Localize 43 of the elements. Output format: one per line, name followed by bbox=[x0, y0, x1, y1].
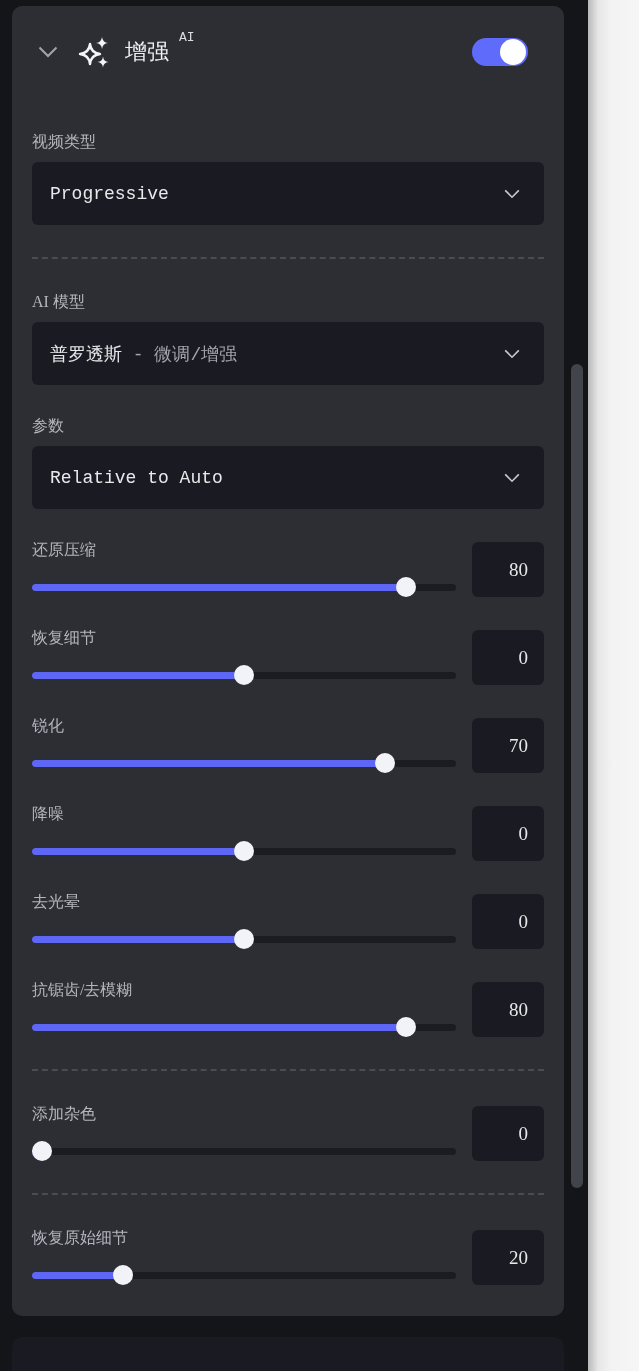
slider-thumb[interactable] bbox=[112, 1265, 133, 1285]
slider-label: 抗锯齿/去模糊 bbox=[32, 980, 134, 1000]
slider-label: 去光晕 bbox=[32, 892, 81, 912]
chevron-down-icon[interactable] bbox=[38, 46, 58, 58]
dropdown-select[interactable]: Progressive bbox=[32, 162, 544, 225]
slider-thumb[interactable] bbox=[234, 929, 254, 949]
field-label: AI 模型 bbox=[32, 292, 86, 312]
dropdown-select[interactable]: Relative to Auto bbox=[32, 446, 544, 509]
slider-track[interactable] bbox=[32, 847, 456, 855]
slider-thumb[interactable] bbox=[395, 1017, 416, 1037]
chevron-down-icon bbox=[504, 472, 520, 483]
slider-thumb[interactable] bbox=[375, 753, 396, 773]
value-field[interactable]: 20 bbox=[472, 1230, 544, 1285]
scrollbar-thumb[interactable] bbox=[571, 364, 583, 1188]
value-field[interactable]: 80 bbox=[472, 982, 544, 1037]
ai-superscript: AI bbox=[179, 30, 195, 46]
field-label: 视频类型 bbox=[32, 132, 97, 152]
slider-label: 恢复原始细节 bbox=[32, 1228, 129, 1248]
slider-label: 锐化 bbox=[32, 716, 65, 736]
dropdown-select[interactable]: 普罗透斯 - 微调/增强 bbox=[32, 322, 544, 385]
slider-thumb[interactable] bbox=[32, 1141, 52, 1161]
chevron-down-icon bbox=[504, 188, 520, 199]
slider-thumb[interactable] bbox=[234, 665, 254, 685]
chevron-down-icon bbox=[504, 348, 520, 359]
slider-thumb[interactable] bbox=[395, 577, 416, 597]
slider-track[interactable] bbox=[32, 671, 456, 679]
value-field[interactable]: 0 bbox=[472, 1106, 544, 1161]
slider-label: 恢复细节 bbox=[32, 628, 97, 648]
slider-thumb[interactable] bbox=[234, 841, 254, 861]
panel-title: 增强 bbox=[125, 38, 169, 66]
slider-track[interactable] bbox=[32, 935, 456, 943]
value-field[interactable]: 70 bbox=[472, 718, 544, 773]
field-label: 参数 bbox=[32, 416, 65, 436]
value-field[interactable]: 0 bbox=[472, 806, 544, 861]
toggle-switch[interactable] bbox=[472, 38, 528, 66]
slider-label: 降噪 bbox=[32, 804, 65, 824]
slider-track[interactable] bbox=[32, 759, 456, 767]
slider-track[interactable] bbox=[32, 1271, 456, 1279]
value-field[interactable]: 80 bbox=[472, 542, 544, 597]
value-field[interactable]: 0 bbox=[472, 894, 544, 949]
value-field[interactable]: 0 bbox=[472, 630, 544, 685]
slider-label: 添加杂色 bbox=[32, 1104, 97, 1124]
slider-label: 还原压缩 bbox=[32, 540, 97, 560]
